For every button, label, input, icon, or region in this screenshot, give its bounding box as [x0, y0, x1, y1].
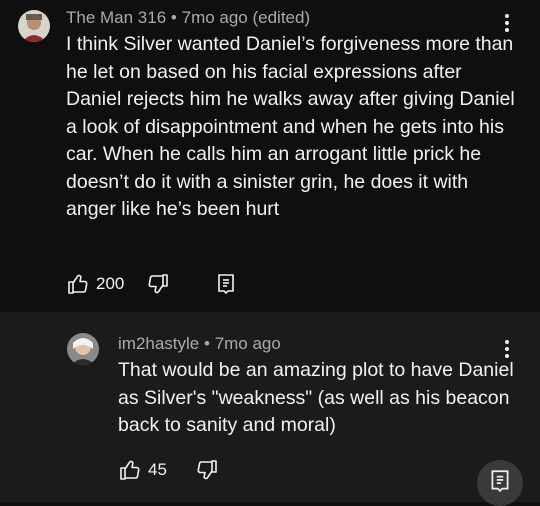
comment-actions: 200 [66, 272, 238, 296]
thumbs-down-icon[interactable] [195, 458, 219, 482]
thumbs-up-icon[interactable] [66, 272, 90, 296]
reply-meta: im2hastyle • 7mo ago [118, 334, 281, 354]
thumbs-down-icon[interactable] [146, 272, 170, 296]
reply-icon[interactable] [214, 272, 238, 296]
reply-author[interactable]: im2hastyle [118, 334, 199, 353]
like-count: 200 [96, 274, 125, 293]
meta-separator: • [170, 8, 177, 27]
reply-time: 7mo ago [214, 334, 281, 353]
comment-text: I think Silver wanted Daniel’s forgivene… [66, 33, 515, 220]
comment-author[interactable]: The Man 316 [66, 8, 166, 27]
reply-icon [487, 468, 513, 499]
comment: The Man 316 • 7mo ago (edited) I think S… [0, 0, 540, 312]
reply-text: That would be an amazing plot to have Da… [118, 359, 514, 436]
comment-time: 7mo ago (edited) [181, 8, 311, 27]
comment-meta: The Man 316 • 7mo ago (edited) [66, 8, 310, 28]
meta-separator: • [204, 334, 210, 353]
avatar[interactable] [18, 10, 50, 42]
like-count: 45 [148, 460, 167, 479]
reply-actions: 45 [118, 458, 219, 482]
thumbs-up-icon[interactable] [118, 458, 142, 482]
reply-fab-button[interactable] [477, 460, 523, 506]
reply-avatar[interactable] [67, 333, 99, 365]
